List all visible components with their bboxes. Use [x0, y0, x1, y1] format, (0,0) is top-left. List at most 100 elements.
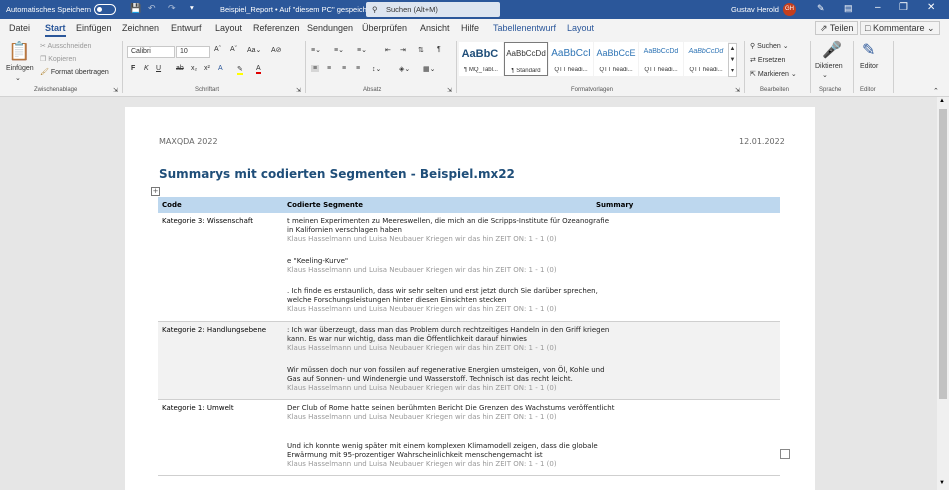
dialog-launcher-icon[interactable]: ⇲ — [447, 87, 452, 94]
table-row[interactable]: Kategorie 1: Umwelt Der Club of Rome hat… — [158, 400, 780, 476]
align-left-icon[interactable]: ≡ — [311, 65, 320, 72]
paste-button[interactable]: Einfügen — [6, 65, 34, 72]
clear-format-icon[interactable]: A⊘ — [271, 46, 282, 54]
restore-icon[interactable]: ❐ — [899, 2, 908, 13]
segment: e "Keeling-Kurve" Klaus Hasselmann und Lu… — [287, 257, 617, 275]
find-button[interactable]: ⚲ Suchen ⌄ — [750, 42, 789, 50]
font-size-select[interactable]: 10 — [176, 46, 210, 58]
copy-label: Kopieren — [48, 56, 77, 63]
quick-access-menu-icon[interactable]: ▾ — [190, 3, 194, 12]
style-qtt-heading-3[interactable]: AaBbCcDd QTT headi... — [639, 42, 683, 76]
table-move-handle-icon[interactable]: + — [151, 187, 160, 196]
font-name-select[interactable]: Calibri — [127, 46, 175, 58]
comments-button[interactable]: □ Kommentare ⌄ — [860, 21, 940, 35]
format-painter-button[interactable]: 🖌 Format übertragen — [40, 68, 109, 76]
sort-icon[interactable]: ⇅ — [418, 46, 424, 54]
scroll-up-icon[interactable]: ▲ — [939, 98, 945, 104]
microphone-icon[interactable]: 🎤 — [822, 40, 842, 60]
save-icon[interactable]: 💾 — [130, 3, 141, 14]
style-standard[interactable]: AaBbCcDd ¶ Standard — [504, 42, 548, 76]
editor-button[interactable]: Editor — [860, 63, 878, 70]
multilevel-list-icon[interactable]: ≡⌄ — [357, 46, 367, 54]
style-qtt-heading-1[interactable]: AaBbCcI QTT headi... — [549, 42, 593, 76]
scroll-down-icon[interactable]: ▼ — [939, 480, 945, 486]
dialog-launcher-icon[interactable]: ⇲ — [735, 87, 740, 94]
dialog-launcher-icon[interactable]: ⇲ — [296, 87, 301, 94]
dialog-launcher-icon[interactable]: ⇲ — [113, 87, 118, 94]
paste-icon[interactable]: 📋 — [8, 41, 30, 62]
text-effects-icon[interactable]: A — [218, 65, 223, 72]
ribbon-display-icon[interactable]: ▤ — [844, 3, 853, 14]
scrollbar-thumb[interactable] — [939, 109, 947, 399]
style-qtt-heading-2[interactable]: AaBbCcE QTT headi... — [594, 42, 638, 76]
table-row[interactable]: Kategorie 2: Handlungsebene : Ich war üb… — [158, 322, 780, 400]
dictate-chevron-icon[interactable]: ⌄ — [822, 71, 828, 79]
tab-hilfe[interactable]: Hilfe — [461, 23, 479, 33]
segment-source: Klaus Hasselmann und Luisa Neubauer Krie… — [287, 305, 557, 313]
autosave-toggle[interactable] — [94, 4, 116, 15]
align-center-icon[interactable]: ≡ — [327, 65, 331, 72]
dictate-button[interactable]: Diktieren — [815, 63, 843, 70]
avatar[interactable]: GH — [783, 3, 796, 16]
tab-table-layout[interactable]: Layout — [567, 23, 594, 33]
tab-start[interactable]: Start — [45, 23, 66, 37]
bullets-icon[interactable]: ≡⌄ — [311, 46, 321, 54]
underline-icon[interactable]: U — [156, 65, 161, 72]
tab-datei[interactable]: Datei — [9, 23, 30, 33]
search-box[interactable]: ⚲ Suchen (Alt+M) — [366, 2, 500, 17]
tab-ueberpruefen[interactable]: Überprüfen — [362, 23, 407, 33]
select-button[interactable]: ⇱ Markieren ⌄ — [750, 70, 797, 78]
cut-button[interactable]: ✂ Ausschneiden — [40, 42, 91, 50]
minimize-icon[interactable]: – — [875, 2, 881, 13]
superscript-icon[interactable]: x² — [204, 65, 210, 72]
align-right-icon[interactable]: ≡ — [342, 65, 346, 72]
change-case-icon[interactable]: Aa⌄ — [247, 46, 261, 54]
justify-icon[interactable]: ≡ — [356, 65, 360, 72]
line-spacing-icon[interactable]: ↕⌄ — [372, 65, 381, 73]
tab-referenzen[interactable]: Referenzen — [253, 23, 300, 33]
italic-icon[interactable]: K — [144, 65, 149, 72]
tab-entwurf[interactable]: Entwurf — [171, 23, 202, 33]
tab-tabellenentwurf[interactable]: Tabellenentwurf — [493, 23, 556, 33]
cursor-icon: ⇱ — [750, 71, 758, 78]
paste-chevron-icon[interactable]: ⌄ — [15, 74, 21, 82]
shading-icon[interactable]: ◈⌄ — [399, 65, 410, 73]
style-qtt-heading-4[interactable]: AaBbCcDd QTT headi... — [684, 42, 728, 76]
copy-button[interactable]: ❐ Kopieren — [40, 55, 76, 63]
table-row[interactable]: Kategorie 3: Wissenschaft t meinen Exper… — [158, 213, 780, 322]
style-preview: AaBbCcI — [551, 48, 591, 59]
editor-pen-icon[interactable]: ✎ — [862, 40, 875, 60]
tab-sendungen[interactable]: Sendungen — [307, 23, 353, 33]
vertical-scrollbar[interactable]: ▲ ▼ — [937, 97, 949, 490]
tab-zeichnen[interactable]: Zeichnen — [122, 23, 159, 33]
subscript-icon[interactable]: x₂ — [191, 65, 197, 72]
decrease-indent-icon[interactable]: ⇤ — [385, 46, 391, 54]
pilcrow-icon[interactable]: ¶ — [437, 46, 441, 53]
font-color-icon[interactable]: A — [256, 65, 261, 74]
highlight-icon[interactable]: ✎ — [237, 65, 243, 75]
numbering-icon[interactable]: ≡⌄ — [334, 46, 344, 54]
bold-icon[interactable]: F — [131, 65, 135, 72]
collapse-ribbon-icon[interactable]: ⌃ — [933, 87, 939, 95]
styles-gallery-scroll[interactable]: ▲ ▼ ▾ — [728, 43, 737, 77]
close-icon[interactable]: ✕ — [927, 2, 935, 13]
redo-icon[interactable]: ↷ — [168, 3, 176, 14]
shrink-font-icon[interactable]: Aˇ — [230, 46, 237, 53]
share-button[interactable]: ⇗ Teilen — [815, 21, 859, 35]
grow-font-icon[interactable]: Aˆ — [214, 46, 221, 53]
increase-indent-icon[interactable]: ⇥ — [400, 46, 406, 54]
user-name[interactable]: Gustav Herold — [731, 5, 779, 14]
document-title[interactable]: Beispiel_Report • Auf "diesem PC" gespei… — [220, 5, 376, 14]
document-page[interactable]: MAXQDA 2022 12.01.2022 Summarys mit codi… — [125, 107, 815, 490]
tab-einfuegen[interactable]: Einfügen — [76, 23, 112, 33]
replace-button[interactable]: ⇄ Ersetzen — [750, 56, 785, 64]
table-resize-handle[interactable] — [780, 449, 790, 459]
borders-icon[interactable]: ▦⌄ — [423, 65, 435, 73]
pen-icon[interactable]: ✎ — [817, 3, 825, 14]
strikethrough-icon[interactable]: ab — [176, 65, 184, 72]
tab-layout[interactable]: Layout — [215, 23, 242, 33]
undo-icon[interactable]: ↶ — [148, 3, 156, 14]
tab-ansicht[interactable]: Ansicht — [420, 23, 450, 33]
chevron-down-icon: ⌄ — [924, 23, 935, 33]
style-mq-table[interactable]: AaBbC ¶ MQ_Tabl... — [459, 42, 503, 76]
